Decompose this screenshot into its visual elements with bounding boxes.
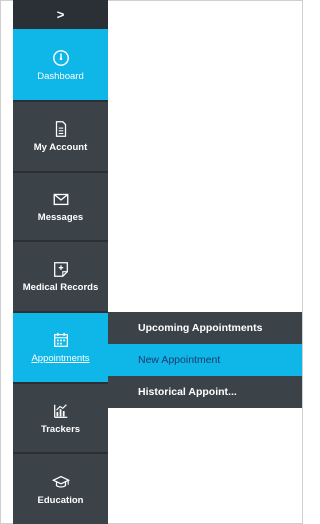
submenu-item-upcoming-appointments[interactable]: Upcoming Appointments	[108, 312, 302, 344]
sidebar-item-my-account[interactable]: My Account	[13, 100, 108, 171]
sidebar-item-label: Messages	[37, 212, 84, 223]
sidebar-item-label: My Account	[33, 142, 88, 153]
chevron-right-icon: >	[56, 7, 65, 22]
sidebar-item-dashboard[interactable]: Dashboard	[13, 29, 108, 100]
sidebar-item-label: Education	[37, 494, 84, 506]
sidebar-item-medical-records[interactable]: Medical Records	[13, 240, 108, 311]
sidebar-nav: > Dashboard My Account Messages Medical …	[13, 0, 108, 524]
medical-records-icon	[53, 262, 68, 277]
sidebar-item-label: Trackers	[40, 423, 81, 435]
sidebar-collapse-toggle[interactable]: >	[13, 0, 108, 29]
envelope-icon	[53, 193, 68, 206]
submenu-item-historical-appointments[interactable]: Historical Appoint...	[108, 376, 302, 408]
sidebar-item-trackers[interactable]: Trackers	[13, 382, 108, 452]
chart-icon	[53, 403, 67, 418]
calendar-icon	[53, 332, 68, 347]
sidebar-item-label: Medical Records	[22, 282, 99, 293]
sidebar-item-education[interactable]: Education	[13, 452, 108, 524]
dashboard-gauge-icon	[52, 50, 69, 66]
sidebar-item-appointments[interactable]: Appointments	[13, 311, 108, 382]
document-icon	[55, 121, 66, 137]
graduation-cap-icon	[51, 475, 70, 488]
submenu-item-new-appointment[interactable]: New Appointment	[108, 344, 302, 376]
sidebar-item-messages[interactable]: Messages	[13, 171, 108, 240]
appointments-submenu: Upcoming Appointments New Appointment Hi…	[108, 312, 302, 408]
sidebar-item-label: Dashboard	[37, 71, 84, 82]
sidebar-item-label: Appointments	[31, 353, 90, 364]
